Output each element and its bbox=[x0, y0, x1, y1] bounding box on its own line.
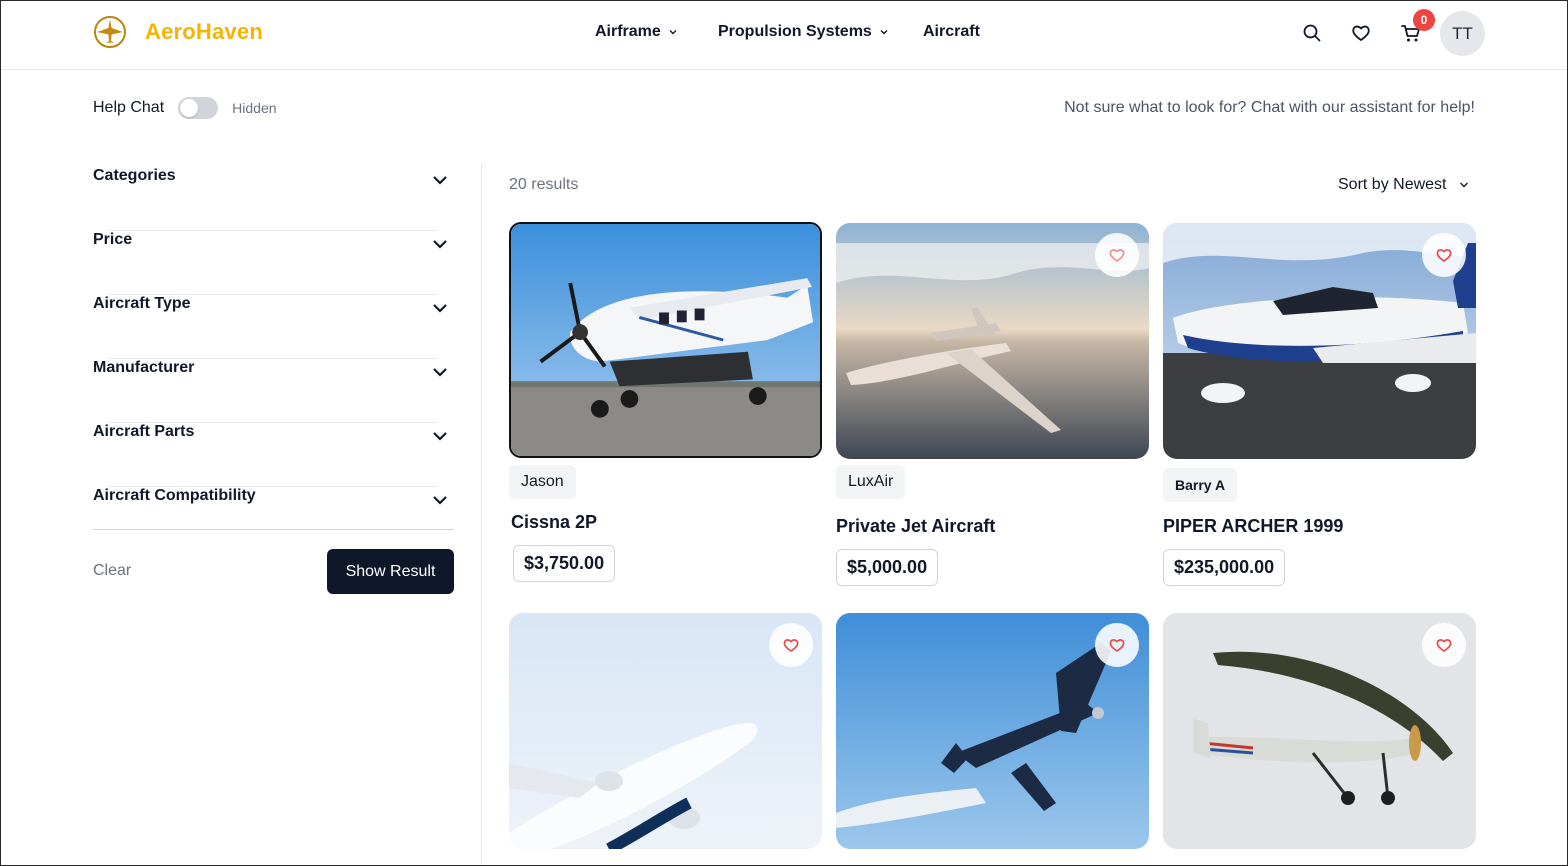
listing-image[interactable] bbox=[1163, 613, 1476, 849]
listing-image[interactable] bbox=[509, 222, 822, 458]
nav-airframe-label: Airframe bbox=[595, 23, 661, 40]
airplane-compass-logo-icon bbox=[94, 16, 126, 48]
chevron-down-icon bbox=[1460, 182, 1469, 188]
listing-photo-cessna bbox=[511, 224, 820, 456]
clear-filters-button[interactable]: Clear bbox=[93, 562, 131, 580]
chevron-down-icon[interactable] bbox=[431, 491, 449, 509]
favorite-button[interactable] bbox=[769, 623, 813, 667]
filter-label: Price bbox=[93, 231, 133, 248]
filter-label: Aircraft Compatibility bbox=[93, 487, 256, 504]
listing-image[interactable] bbox=[836, 613, 1149, 849]
nav-airframe[interactable]: Airframe bbox=[595, 23, 679, 41]
results-count: 20 results bbox=[509, 176, 579, 193]
brand-name: AeroHaven bbox=[145, 19, 263, 44]
seller-badge: LuxAir bbox=[836, 465, 906, 499]
chevron-down-icon[interactable] bbox=[431, 171, 449, 189]
seller-badge: Barry A bbox=[1163, 468, 1238, 502]
listing-title[interactable]: Private Jet Aircraft bbox=[836, 516, 995, 537]
nav-aircraft[interactable]: Aircraft bbox=[923, 23, 980, 41]
help-chat-toggle[interactable] bbox=[178, 97, 219, 119]
listing-image[interactable] bbox=[509, 613, 822, 849]
chevron-down-icon bbox=[669, 30, 677, 35]
filter-label: Aircraft Parts bbox=[93, 423, 195, 440]
filter-price[interactable]: Price bbox=[93, 231, 454, 295]
filter-label: Aircraft Type bbox=[93, 295, 191, 312]
help-chat-control: Help Chat Hidden bbox=[93, 97, 277, 119]
help-chat-label: Help Chat bbox=[93, 99, 165, 116]
sort-label: Sort by Newest bbox=[1338, 176, 1447, 193]
filter-aircraft-compatibility[interactable]: Aircraft Compatibility bbox=[93, 487, 454, 551]
divider bbox=[481, 164, 482, 865]
listing-title[interactable]: Cissna 2P bbox=[511, 512, 597, 533]
nav-propulsion-label: Propulsion Systems bbox=[718, 23, 872, 40]
show-result-button[interactable]: Show Result bbox=[327, 549, 454, 594]
filter-categories[interactable]: Categories bbox=[93, 167, 454, 231]
chevron-down-icon bbox=[880, 30, 888, 35]
sort-dropdown[interactable]: Sort by Newest bbox=[1338, 176, 1470, 194]
heart-icon bbox=[1109, 249, 1125, 262]
nav-propulsion-systems[interactable]: Propulsion Systems bbox=[718, 23, 890, 41]
chevron-down-icon[interactable] bbox=[431, 235, 449, 253]
chevron-down-icon[interactable] bbox=[431, 363, 449, 381]
help-chat-state: Hidden bbox=[232, 100, 277, 116]
heart-icon bbox=[1109, 639, 1125, 652]
filter-label: Categories bbox=[93, 167, 176, 184]
listing-title[interactable]: PIPER ARCHER 1999 bbox=[1163, 516, 1343, 537]
nav-aircraft-label: Aircraft bbox=[923, 23, 980, 40]
app-window: AeroHaven Airframe Propulsion Systems Ai… bbox=[0, 0, 1568, 866]
chevron-down-icon[interactable] bbox=[431, 299, 449, 317]
chevron-down-icon[interactable] bbox=[431, 427, 449, 445]
listing-price: $5,000.00 bbox=[836, 549, 939, 586]
favorite-button[interactable] bbox=[1422, 233, 1466, 277]
heart-icon bbox=[783, 639, 799, 652]
filter-label: Manufacturer bbox=[93, 359, 195, 376]
help-chat-hint: Not sure what to look for? Chat with our… bbox=[1064, 99, 1475, 116]
search-icon[interactable] bbox=[1301, 22, 1323, 44]
filter-aircraft-parts[interactable]: Aircraft Parts bbox=[93, 423, 454, 487]
divider bbox=[93, 529, 454, 530]
favorite-button[interactable] bbox=[1095, 623, 1139, 667]
filter-aircraft-type[interactable]: Aircraft Type bbox=[93, 295, 454, 359]
listing-price: $235,000.00 bbox=[1163, 549, 1286, 586]
heart-icon[interactable] bbox=[1350, 22, 1372, 44]
listing-image[interactable] bbox=[1163, 223, 1476, 459]
listing-price: $3,750.00 bbox=[513, 545, 616, 582]
favorite-button[interactable] bbox=[1095, 233, 1139, 277]
seller-badge: Jason bbox=[509, 465, 576, 499]
filter-manufacturer[interactable]: Manufacturer bbox=[93, 359, 454, 423]
brand-logo[interactable]: AeroHaven bbox=[93, 15, 263, 49]
heart-icon bbox=[1436, 639, 1452, 652]
favorite-button[interactable] bbox=[1422, 623, 1466, 667]
user-avatar[interactable]: TT bbox=[1440, 11, 1485, 56]
listing-image[interactable] bbox=[836, 223, 1149, 459]
cart-count-badge: 0 bbox=[1413, 9, 1435, 31]
top-header: AeroHaven Airframe Propulsion Systems Ai… bbox=[1, 1, 1567, 70]
heart-icon bbox=[1436, 249, 1452, 262]
